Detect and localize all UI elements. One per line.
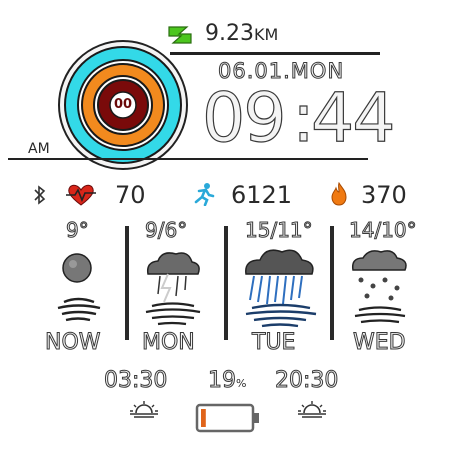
- sunrise-time: 03:30: [103, 368, 168, 394]
- heart-rate-icon: [64, 183, 98, 207]
- forecast-day-tue: TUE: [251, 330, 296, 356]
- steps-value: 6121: [231, 181, 293, 209]
- forecast-temp-tue: 15/11°: [245, 218, 314, 243]
- forecast-temp-mon: 9/6°: [144, 218, 188, 243]
- time-minutes: 44: [310, 79, 396, 158]
- distance-unit: KM: [253, 25, 279, 44]
- calories-flame-icon: [330, 181, 348, 206]
- forecast-day-mon: MON: [142, 330, 196, 356]
- heart-rate-value: 70: [115, 181, 146, 209]
- time-hours: 09: [201, 79, 287, 158]
- ring-center-label: 00: [113, 97, 133, 112]
- calories-value: 370: [361, 181, 407, 209]
- steps-icon: [193, 182, 215, 207]
- time-underline: [8, 158, 368, 160]
- ampm-label: AM: [28, 141, 50, 157]
- forecast-temp-wed: 14/10°: [349, 218, 418, 243]
- heavy-rain-icon: [240, 244, 320, 332]
- sunrise-icon: [128, 399, 160, 419]
- thunderstorm-icon: [138, 246, 208, 330]
- forecast-temp-now: 9°: [66, 218, 90, 243]
- humidity-value: 19: [208, 368, 237, 394]
- humidity-unit: %: [236, 377, 247, 390]
- forecast-day-wed: WED: [353, 330, 407, 356]
- forecast-separator: [125, 226, 129, 340]
- distance-value: 9.23KM: [205, 21, 278, 46]
- bluetooth-icon: [32, 185, 48, 205]
- hail-icon: [345, 246, 415, 330]
- forecast-day-now: NOW: [45, 330, 102, 356]
- battery-fill: [201, 409, 206, 427]
- distance-number: 9.23: [205, 21, 254, 46]
- top-divider: [170, 52, 380, 55]
- sunset-time: 20:30: [274, 368, 339, 394]
- forecast-separator: [330, 226, 334, 340]
- sunset-icon: [296, 399, 328, 419]
- battery-icon: [195, 402, 261, 434]
- humidity-readout: 19%: [208, 368, 247, 394]
- moon-cloud-icon: [52, 248, 104, 328]
- forecast-separator: [224, 226, 228, 340]
